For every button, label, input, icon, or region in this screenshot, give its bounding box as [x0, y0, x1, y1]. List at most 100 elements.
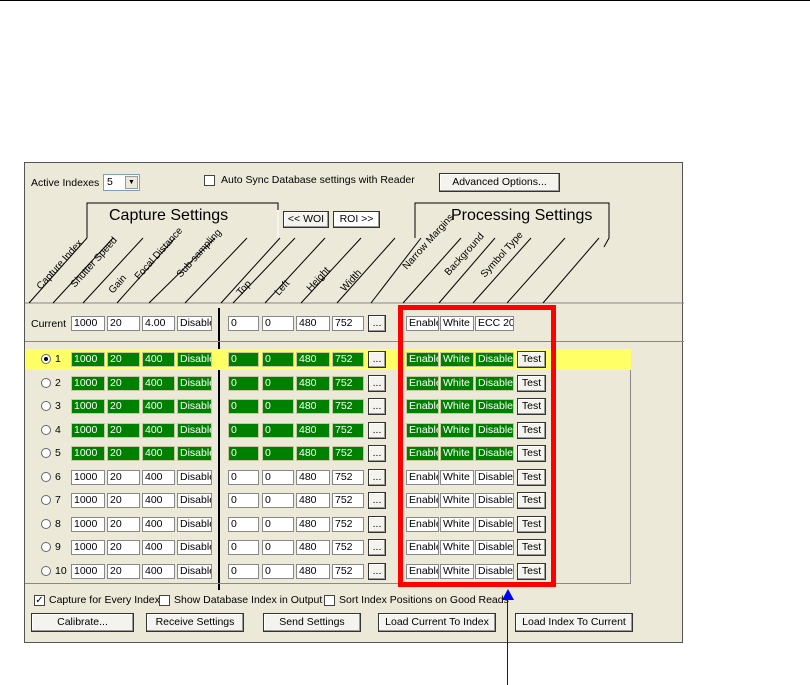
capture-field[interactable]: Disable — [177, 516, 212, 532]
radio-icon[interactable] — [41, 354, 51, 364]
radio-icon[interactable] — [41, 424, 51, 435]
capture-field[interactable]: 400 — [142, 493, 175, 508]
radio-icon[interactable] — [41, 377, 51, 388]
window-field[interactable]: 0 — [262, 469, 294, 485]
capture-field[interactable]: 20 — [107, 540, 140, 555]
sort-index-checkbox[interactable] — [324, 595, 335, 606]
radio-icon[interactable] — [41, 448, 51, 458]
window-field[interactable]: 752 — [332, 446, 364, 461]
capture-field[interactable]: 1000 — [71, 399, 105, 414]
window-field[interactable]: 752 — [332, 540, 364, 555]
capture-field[interactable]: 1000 — [71, 375, 105, 391]
roi-button[interactable]: ROI >> — [333, 211, 380, 228]
radio-icon[interactable] — [41, 518, 51, 529]
capture-field[interactable]: Disable — [177, 493, 212, 508]
window-field[interactable]: 0 — [228, 493, 259, 508]
window-field[interactable]: 480 — [296, 399, 330, 414]
window-field[interactable]: 0 — [228, 399, 259, 414]
capture-field[interactable]: 20 — [107, 422, 140, 438]
window-field[interactable]: 0 — [262, 516, 294, 532]
current-window-field[interactable]: 0 — [262, 316, 294, 331]
capture-field[interactable]: 400 — [142, 446, 175, 461]
window-field[interactable]: 480 — [296, 422, 330, 438]
receive-settings-button[interactable]: Receive Settings — [146, 613, 244, 632]
window-field[interactable]: 0 — [228, 469, 259, 485]
capture-field[interactable]: 1000 — [71, 516, 105, 532]
current-capture-field[interactable]: Disable — [177, 316, 212, 331]
capture-field[interactable]: 400 — [142, 516, 175, 532]
radio-icon[interactable] — [41, 401, 51, 411]
window-field[interactable]: 0 — [262, 540, 294, 555]
window-field[interactable]: 752 — [332, 422, 364, 438]
capture-field[interactable]: Disable — [177, 399, 212, 414]
send-settings-button[interactable]: Send Settings — [263, 613, 361, 632]
capture-field[interactable]: 20 — [107, 516, 140, 532]
current-capture-field[interactable]: 20 — [107, 316, 140, 331]
capture-field[interactable]: 1000 — [71, 422, 105, 438]
radio-icon[interactable] — [41, 565, 51, 576]
current-roi-ellipsis-button[interactable]: ... — [368, 315, 386, 332]
window-field[interactable]: 0 — [228, 352, 259, 367]
capture-field[interactable]: 400 — [142, 399, 175, 414]
capture-field[interactable]: 1000 — [71, 563, 105, 579]
roi-ellipsis-button[interactable]: ... — [368, 351, 386, 368]
capture-field[interactable]: 400 — [142, 352, 175, 367]
capture-field[interactable]: 20 — [107, 352, 140, 367]
current-window-field[interactable]: 0 — [228, 316, 259, 331]
window-field[interactable]: 0 — [262, 563, 294, 579]
capture-field[interactable]: 1000 — [71, 493, 105, 508]
window-field[interactable]: 752 — [332, 375, 364, 391]
window-field[interactable]: 752 — [332, 399, 364, 414]
window-field[interactable]: 480 — [296, 352, 330, 367]
roi-ellipsis-button[interactable]: ... — [368, 515, 386, 533]
roi-ellipsis-button[interactable]: ... — [368, 445, 386, 462]
window-field[interactable]: 0 — [228, 540, 259, 555]
radio-icon[interactable] — [41, 542, 51, 552]
window-field[interactable]: 752 — [332, 352, 364, 367]
show-db-index-checkbox[interactable] — [159, 595, 170, 606]
capture-field[interactable]: Disable — [177, 446, 212, 461]
processing-settings-title[interactable]: Processing Settings — [451, 207, 592, 225]
roi-ellipsis-button[interactable]: ... — [368, 562, 386, 580]
window-field[interactable]: 752 — [332, 563, 364, 579]
capture-field[interactable]: 1000 — [71, 446, 105, 461]
current-capture-field[interactable]: 4.00 — [142, 316, 175, 331]
capture-field[interactable]: 20 — [107, 563, 140, 579]
capture-field[interactable]: 1000 — [71, 352, 105, 367]
capture-field[interactable]: 400 — [142, 540, 175, 555]
radio-icon[interactable] — [41, 495, 51, 505]
capture-field[interactable]: Disable — [177, 422, 212, 438]
capture-field[interactable]: 400 — [142, 563, 175, 579]
capture-field[interactable]: 400 — [142, 469, 175, 485]
capture-field[interactable]: 20 — [107, 469, 140, 485]
window-field[interactable]: 0 — [262, 422, 294, 438]
capture-field[interactable]: Disable — [177, 540, 212, 555]
load-current-to-index-button[interactable]: Load Current To Index — [378, 613, 496, 632]
roi-ellipsis-button[interactable]: ... — [368, 374, 386, 392]
roi-ellipsis-button[interactable]: ... — [368, 398, 386, 415]
window-field[interactable]: 480 — [296, 493, 330, 508]
calibrate-button[interactable]: Calibrate... — [31, 613, 134, 632]
roi-ellipsis-button[interactable]: ... — [368, 421, 386, 439]
current-window-field[interactable]: 752 — [332, 316, 364, 331]
woi-button[interactable]: << WOI — [283, 211, 329, 228]
window-field[interactable]: 0 — [262, 352, 294, 367]
capture-field[interactable]: Disable — [177, 469, 212, 485]
capture-field[interactable]: 1000 — [71, 469, 105, 485]
window-field[interactable]: 480 — [296, 516, 330, 532]
window-field[interactable]: 480 — [296, 469, 330, 485]
capture-field[interactable]: 400 — [142, 422, 175, 438]
roi-ellipsis-button[interactable]: ... — [368, 492, 386, 509]
window-field[interactable]: 480 — [296, 563, 330, 579]
window-field[interactable]: 0 — [262, 493, 294, 508]
capture-every-index-checkbox[interactable]: ✓ — [34, 595, 45, 606]
window-field[interactable]: 0 — [262, 446, 294, 461]
radio-icon[interactable] — [41, 471, 51, 482]
capture-field[interactable]: Disable — [177, 375, 212, 391]
current-capture-field[interactable]: 1000 — [71, 316, 105, 331]
capture-field[interactable]: 400 — [142, 375, 175, 391]
window-field[interactable]: 752 — [332, 493, 364, 508]
capture-field[interactable]: Disable — [177, 352, 212, 367]
window-field[interactable]: 0 — [228, 516, 259, 532]
window-field[interactable]: 480 — [296, 446, 330, 461]
